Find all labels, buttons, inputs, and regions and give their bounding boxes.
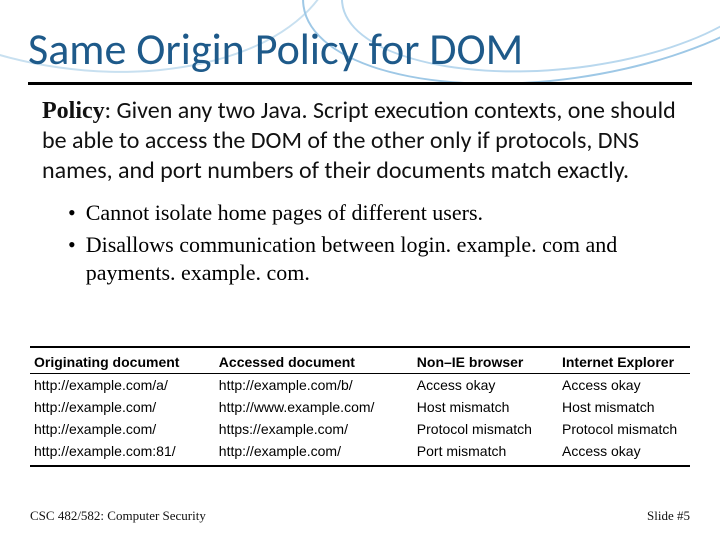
footer-left: CSC 482/582: Computer Security: [30, 508, 206, 524]
table-cell: Host mismatch: [558, 396, 690, 418]
table-cell: http://www.example.com/: [215, 396, 413, 418]
bullet-text: Cannot isolate home pages of different u…: [86, 199, 483, 227]
title-underline: [28, 82, 692, 85]
table-cell: Host mismatch: [413, 396, 558, 418]
policy-label: Policy: [42, 98, 105, 124]
slide-body: Policy: Given any two Java. Script execu…: [42, 96, 690, 291]
table-header: Accessed document: [215, 351, 413, 374]
slide: Same Origin Policy for DOM Policy: Given…: [0, 0, 720, 540]
table-bottom-divider: [30, 465, 690, 467]
bullet-dot-icon: •: [68, 231, 76, 287]
footer-right: Slide #5: [647, 508, 690, 524]
table-cell: Port mismatch: [413, 440, 558, 462]
table-cell: Access okay: [558, 374, 690, 397]
table-top-divider: [30, 346, 690, 348]
list-item: • Cannot isolate home pages of different…: [68, 199, 690, 227]
table-header: Internet Explorer: [558, 351, 690, 374]
table-cell: http://example.com/: [30, 396, 215, 418]
table-header: Non–IE browser: [413, 351, 558, 374]
table-row: http://example.com/ http://www.example.c…: [30, 396, 690, 418]
table-cell: https://example.com/: [215, 418, 413, 440]
table-row: http://example.com:81/ http://example.co…: [30, 440, 690, 462]
bullet-list: • Cannot isolate home pages of different…: [68, 199, 690, 287]
table-header: Originating document: [30, 351, 215, 374]
table-cell: http://example.com/: [215, 440, 413, 462]
table-cell: http://example.com/: [30, 418, 215, 440]
comparison-table: Originating document Accessed document N…: [30, 346, 690, 467]
table-cell: Access okay: [413, 374, 558, 397]
table-header-row: Originating document Accessed document N…: [30, 351, 690, 374]
table-cell: http://example.com:81/: [30, 440, 215, 462]
bullet-text: Disallows communication between login. e…: [86, 231, 690, 287]
list-item: • Disallows communication between login.…: [68, 231, 690, 287]
table-cell: Access okay: [558, 440, 690, 462]
sop-table: Originating document Accessed document N…: [30, 351, 690, 462]
slide-footer: CSC 482/582: Computer Security Slide #5: [30, 508, 690, 524]
table-cell: Protocol mismatch: [413, 418, 558, 440]
slide-title: Same Origin Policy for DOM: [28, 22, 523, 76]
bullet-dot-icon: •: [68, 199, 76, 227]
table-cell: http://example.com/a/: [30, 374, 215, 397]
table-cell: http://example.com/b/: [215, 374, 413, 397]
table-row: http://example.com/ https://example.com/…: [30, 418, 690, 440]
policy-paragraph: Policy: Given any two Java. Script execu…: [42, 96, 690, 185]
table-row: http://example.com/a/ http://example.com…: [30, 374, 690, 397]
table-cell: Protocol mismatch: [558, 418, 690, 440]
policy-text: : Given any two Java. Script execution c…: [42, 96, 676, 185]
